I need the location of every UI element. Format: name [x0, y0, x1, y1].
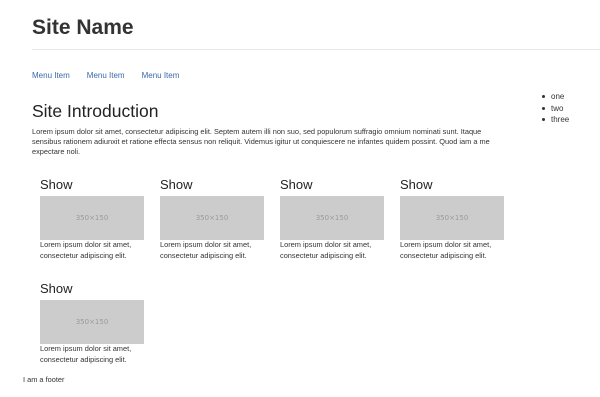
show-card: Show 350×150 Lorem ipsum dolor sit amet,…	[40, 177, 144, 260]
sidebar-list: one two three	[540, 91, 569, 126]
image-size-label: 350×150	[75, 318, 109, 326]
sidebar-list-item: one	[540, 91, 569, 103]
image-placeholder: 350×150	[280, 196, 384, 240]
site-name: Site Name	[32, 16, 134, 39]
site-header: Site Name	[0, 0, 600, 50]
card-text: Lorem ipsum dolor sit amet, consectetur …	[160, 240, 252, 260]
image-size-label: 350×150	[435, 214, 469, 222]
sidebar-list-item: two	[540, 103, 569, 115]
footer-text: I am a footer	[23, 375, 65, 384]
image-placeholder: 350×150	[40, 300, 144, 344]
image-size-label: 350×150	[195, 214, 229, 222]
header-divider	[32, 49, 600, 50]
show-card: Show 350×150 Lorem ipsum dolor sit amet,…	[160, 177, 264, 260]
menu-item-2[interactable]: Menu Item	[87, 71, 125, 83]
image-placeholder: 350×150	[160, 196, 264, 240]
show-card: Show 350×150 Lorem ipsum dolor sit amet,…	[40, 281, 144, 364]
card-text: Lorem ipsum dolor sit amet, consectetur …	[280, 240, 372, 260]
card-text: Lorem ipsum dolor sit amet, consectetur …	[40, 240, 132, 260]
card-title: Show	[160, 177, 193, 192]
show-card: Show 350×150 Lorem ipsum dolor sit amet,…	[280, 177, 384, 260]
image-size-label: 350×150	[75, 214, 109, 222]
card-title: Show	[40, 177, 73, 192]
image-size-label: 350×150	[315, 214, 349, 222]
sidebar-list-item: three	[540, 114, 569, 126]
menu-item-1[interactable]: Menu Item	[32, 71, 70, 83]
card-text: Lorem ipsum dolor sit amet, consectetur …	[40, 344, 132, 364]
image-placeholder: 350×150	[40, 196, 144, 240]
show-card: Show 350×150 Lorem ipsum dolor sit amet,…	[400, 177, 504, 260]
main-menu: Menu Item Menu Item Menu Item	[32, 71, 196, 83]
card-text: Lorem ipsum dolor sit amet, consectetur …	[400, 240, 492, 260]
image-placeholder: 350×150	[400, 196, 504, 240]
card-title: Show	[40, 281, 73, 296]
intro-paragraph: Lorem ipsum dolor sit amet, consectetur …	[32, 127, 490, 156]
card-title: Show	[280, 177, 313, 192]
menu-item-3[interactable]: Menu Item	[142, 71, 180, 83]
intro-heading: Site Introduction	[32, 101, 159, 121]
card-title: Show	[400, 177, 433, 192]
